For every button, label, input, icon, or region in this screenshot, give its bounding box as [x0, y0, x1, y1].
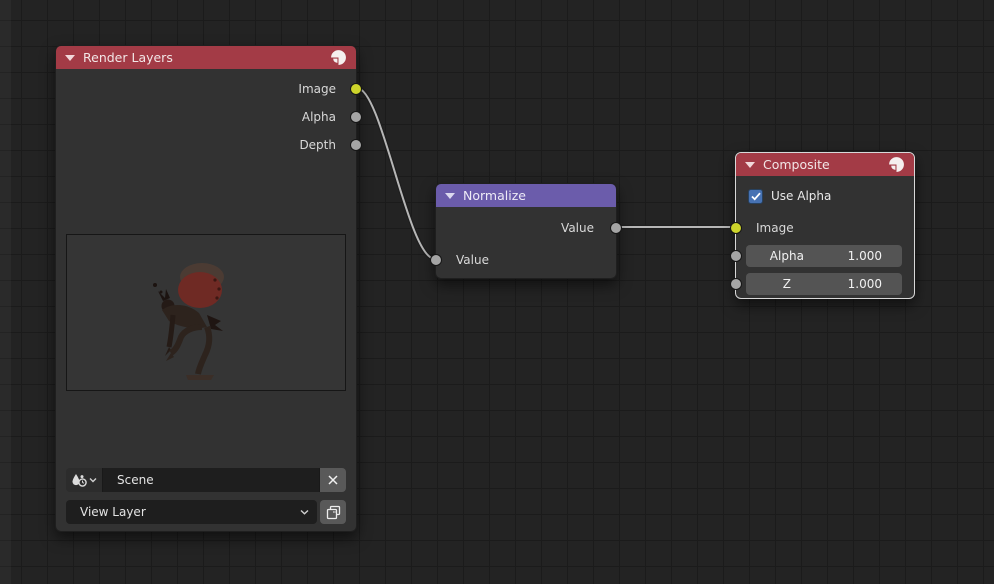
collapse-icon[interactable]	[445, 193, 455, 199]
chevron-down-icon	[300, 509, 309, 515]
scene-icon	[71, 473, 88, 488]
socket-input-alpha[interactable]	[730, 250, 742, 262]
input-row-value: Value	[436, 246, 616, 274]
use-alpha-checkbox[interactable]	[748, 189, 763, 204]
output-row-image: Image	[56, 75, 356, 103]
use-alpha-row: Use Alpha	[748, 186, 914, 206]
alpha-value-field[interactable]: Alpha 1.000	[746, 245, 902, 267]
node-title: Render Layers	[83, 50, 322, 65]
socket-output-image[interactable]	[350, 83, 362, 95]
output-row-value: Value	[436, 214, 616, 242]
browse-scene-button[interactable]	[66, 468, 103, 492]
node-normalize[interactable]: Normalize Value Value	[435, 183, 617, 279]
input-row-image: Image	[736, 214, 914, 242]
close-icon	[328, 475, 338, 485]
view-layer-icon-button[interactable]	[320, 500, 346, 524]
output-label: Image	[298, 82, 336, 96]
input-label: Image	[756, 221, 794, 235]
output-row-alpha: Alpha	[56, 103, 356, 131]
z-value-field[interactable]: Z 1.000	[746, 273, 902, 295]
view-layer-dropdown[interactable]: View Layer	[66, 500, 317, 524]
scene-selector: Scene	[66, 468, 346, 492]
wire-image-to-normalize[interactable]	[357, 88, 435, 259]
render-result-icon	[330, 49, 347, 66]
collapse-icon[interactable]	[65, 55, 75, 61]
socket-input-value[interactable]	[430, 254, 442, 266]
node-title: Composite	[763, 157, 880, 172]
collapse-icon[interactable]	[745, 162, 755, 168]
render-layers-header[interactable]: Render Layers	[56, 46, 356, 69]
output-row-depth: Depth	[56, 131, 356, 159]
scene-name-input[interactable]: Scene	[103, 468, 320, 492]
render-result-icon	[888, 156, 905, 173]
render-preview-image	[66, 234, 346, 391]
view-layer-selector: View Layer	[66, 500, 346, 524]
node-editor-canvas[interactable]: Render Layers Image Alpha Depth	[0, 0, 994, 584]
node-render-layers[interactable]: Render Layers Image Alpha Depth	[55, 45, 357, 532]
socket-output-depth[interactable]	[350, 139, 362, 151]
output-label: Alpha	[302, 110, 336, 124]
output-label: Value	[561, 221, 594, 235]
node-composite[interactable]: Composite Use Alpha Image Alpha 1.000 Z …	[735, 152, 915, 299]
node-title: Normalize	[463, 188, 607, 203]
chevron-down-icon	[89, 477, 97, 483]
input-label: Value	[456, 253, 489, 267]
socket-output-alpha[interactable]	[350, 111, 362, 123]
use-alpha-label: Use Alpha	[771, 189, 831, 203]
composite-header[interactable]: Composite	[736, 153, 914, 176]
socket-output-value[interactable]	[610, 222, 622, 234]
check-icon	[751, 192, 761, 201]
socket-input-z[interactable]	[730, 278, 742, 290]
socket-input-image[interactable]	[730, 222, 742, 234]
editor-left-edge	[0, 0, 11, 584]
view-layer-icon	[326, 505, 341, 520]
clear-scene-button[interactable]	[320, 468, 346, 492]
output-label: Depth	[299, 138, 336, 152]
normalize-header[interactable]: Normalize	[436, 184, 616, 207]
